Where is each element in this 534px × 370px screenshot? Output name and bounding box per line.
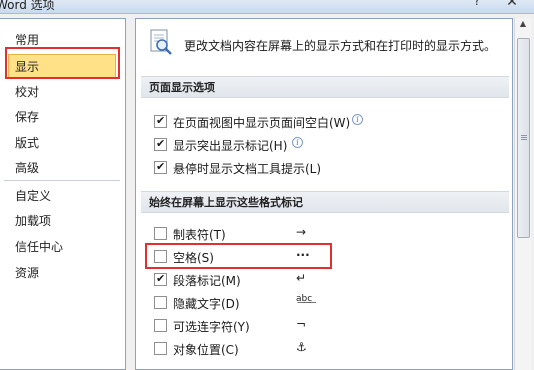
paragraph-mark-icon: ↵ <box>296 271 307 285</box>
sidebar-item-save[interactable]: 保存 <box>0 105 124 129</box>
checkbox[interactable] <box>154 342 167 355</box>
scroll-up-arrow-icon[interactable]: ▲ <box>517 19 529 31</box>
sidebar-item-trust-center[interactable]: 信任中心 <box>0 235 124 259</box>
option-label: 段落标记(M) <box>173 274 241 288</box>
info-icon: i <box>292 137 303 148</box>
checkbox[interactable] <box>154 160 167 174</box>
checkbox[interactable] <box>154 250 167 263</box>
optional-hyphen-mark-icon: ¬ <box>296 317 307 331</box>
checkbox[interactable] <box>154 296 167 309</box>
sidebar-item-advanced[interactable]: 高级 <box>0 156 124 180</box>
sidebar-item-resources[interactable]: 资源 <box>0 261 124 285</box>
scroll-thumb[interactable] <box>517 38 530 238</box>
option-label: 可选连字符(Y) <box>173 320 250 334</box>
option-label: 隐藏文字(D) <box>173 297 240 311</box>
checkbox[interactable] <box>154 114 167 128</box>
sidebar: 常用 显示 校对 保存 版式 高级 自定义 加载项 信任中心 资源 <box>0 18 126 370</box>
checkbox[interactable] <box>154 137 167 151</box>
sidebar-item-common[interactable]: 常用 <box>0 28 124 52</box>
option-label: 在页面视图中显示页面间空白(W) <box>173 116 351 130</box>
option-label: 悬停时显示文档工具提示(L) <box>173 162 322 176</box>
hidden-text-mark-icon: a͟b͟c͟ <box>296 294 313 304</box>
checkbox[interactable] <box>154 319 167 332</box>
sidebar-divider <box>4 180 120 181</box>
option-label: 显示突出显示标记(H) <box>173 139 288 153</box>
title-bar: Word 选项 ? ✕ <box>0 0 534 14</box>
space-mark-icon: ··· <box>296 248 310 262</box>
option-label: 对象位置(C) <box>173 343 239 357</box>
info-icon: i <box>352 114 363 125</box>
document-magnifier-icon <box>150 29 172 55</box>
checkbox[interactable] <box>154 227 167 240</box>
window-title: Word 选项 <box>0 0 55 12</box>
content-panel: 更改文档内容在屏幕上的显示方式和在打印时的显示方式。 页面显示选项 在页面视图中… <box>135 18 513 370</box>
option-label: 制表符(T) <box>173 228 226 242</box>
section-page-display-options: 页面显示选项 <box>141 76 509 98</box>
tab-mark-icon: → <box>296 225 307 239</box>
section-formatting-marks: 始终在屏幕上显示这些格式标记 <box>141 191 509 213</box>
sidebar-item-addins[interactable]: 加载项 <box>0 209 124 233</box>
sidebar-item-layout[interactable]: 版式 <box>0 131 124 155</box>
sidebar-item-customize[interactable]: 自定义 <box>0 184 124 208</box>
vertical-scrollbar[interactable]: ▲ <box>514 18 531 370</box>
close-button[interactable]: ✕ <box>494 0 530 12</box>
anchor-icon: ⚓ <box>296 340 307 354</box>
grip-icon <box>521 135 527 136</box>
sidebar-item-proofing[interactable]: 校对 <box>0 80 124 104</box>
option-label: 空格(S) <box>173 251 214 265</box>
checkbox[interactable] <box>154 272 167 286</box>
header-description: 更改文档内容在屏幕上的显示方式和在打印时的显示方式。 <box>184 39 497 53</box>
help-button[interactable]: ? <box>466 0 488 12</box>
sidebar-item-display[interactable]: 显示 <box>8 54 116 78</box>
